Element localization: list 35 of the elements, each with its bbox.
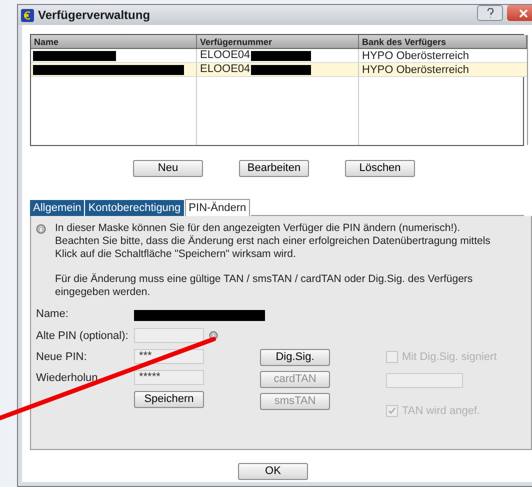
column-header[interactable]: Name	[31, 35, 197, 48]
info-text: In dieser Maske können Sie für den angezeigten Verfüger die PIN ändern (numerisch!). Beachten Sie bitte, dass die Änderung erst nach einer erfolgreichen Datenübertragung mittels Klick auf die Schaltfläche "Speichern" wirksam wird.	[55, 222, 492, 261]
question-mark-icon	[486, 8, 494, 18]
field-label: Neue PIN:	[36, 350, 88, 365]
euro-logo-icon	[21, 8, 34, 22]
table-cell-text: HYPO Oberösterreich	[361, 63, 470, 76]
button[interactable]: Löschen	[345, 160, 415, 177]
close-icon	[518, 8, 528, 18]
button[interactable]: Speichern	[134, 391, 204, 408]
repeat-pin-field[interactable]: *****	[134, 370, 204, 385]
button[interactable]: Bearbeiten	[239, 160, 309, 177]
table-row[interactable]: ELOOE04 HYPO Oberösterreich	[31, 63, 527, 77]
field-label: Wiederholun	[36, 371, 99, 386]
table-row[interactable]: ELOOE04 HYPO Oberösterreich	[31, 49, 527, 63]
info-icon	[36, 224, 46, 234]
tab[interactable]: Allgemein	[30, 200, 84, 216]
checkbox-label: Mit Dig.Sig. signiert	[402, 350, 497, 365]
info-text: Für die Änderung muss eine gültige TAN / smsTAN / cardTAN oder Dig.Sig. des Verfügers eingegeben werden.	[55, 273, 474, 299]
table-cell-text: HYPO Oberösterreich	[361, 49, 470, 62]
old-pin-field[interactable]	[134, 328, 204, 343]
window-title: Verfügerverwaltung	[38, 7, 152, 24]
table-cell: ELOOE04	[200, 50, 250, 61]
checkmark-icon	[388, 406, 396, 415]
checkbox-label: TAN wird angef.	[402, 404, 480, 418]
field-label: Alte PIN (optional):	[36, 329, 130, 344]
tab[interactable]: PIN-Ändern	[184, 199, 250, 216]
auth-button[interactable]: Dig.Sig.	[260, 349, 330, 366]
help-button[interactable]	[477, 5, 503, 21]
button[interactable]: Neu	[133, 160, 203, 177]
button[interactable]: OK	[238, 463, 308, 480]
tab[interactable]: Kontoberechtigung	[85, 200, 184, 216]
close-button[interactable]	[507, 5, 532, 21]
field-label: Name:	[36, 306, 70, 322]
table-cell: ELOOE04	[200, 64, 250, 75]
column-header[interactable]: Verfügernummer	[197, 35, 359, 48]
